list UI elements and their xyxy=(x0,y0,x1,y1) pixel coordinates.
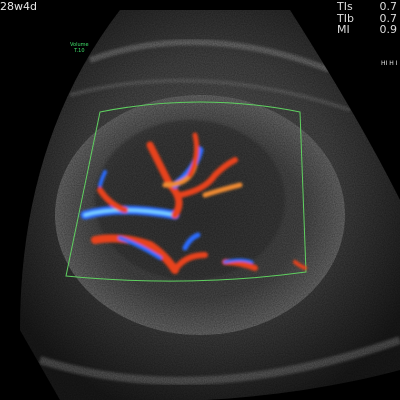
safety-index-label: TIs xyxy=(337,0,353,13)
safety-indices: TIs 0.7 TIb 0.7 MI 0.9 xyxy=(337,1,397,36)
safety-index-tis: TIs 0.7 xyxy=(337,1,397,13)
safety-index-label: MI xyxy=(337,23,350,36)
safety-index-value: 0.9 xyxy=(379,23,398,36)
ultrasound-image xyxy=(20,10,400,400)
ultrasound-screen: 28w4d TIs 0.7 TIb 0.7 MI 0.9 Volume T.10… xyxy=(0,0,400,400)
volume-value: T.10 xyxy=(74,48,85,54)
safety-index-value: 0.7 xyxy=(379,0,398,13)
gestational-age: 28w4d xyxy=(0,0,37,13)
volume-indicator: Volume T.10 xyxy=(70,42,89,54)
side-label: HI H I xyxy=(381,60,398,67)
safety-index-mi: MI 0.9 xyxy=(337,24,397,36)
